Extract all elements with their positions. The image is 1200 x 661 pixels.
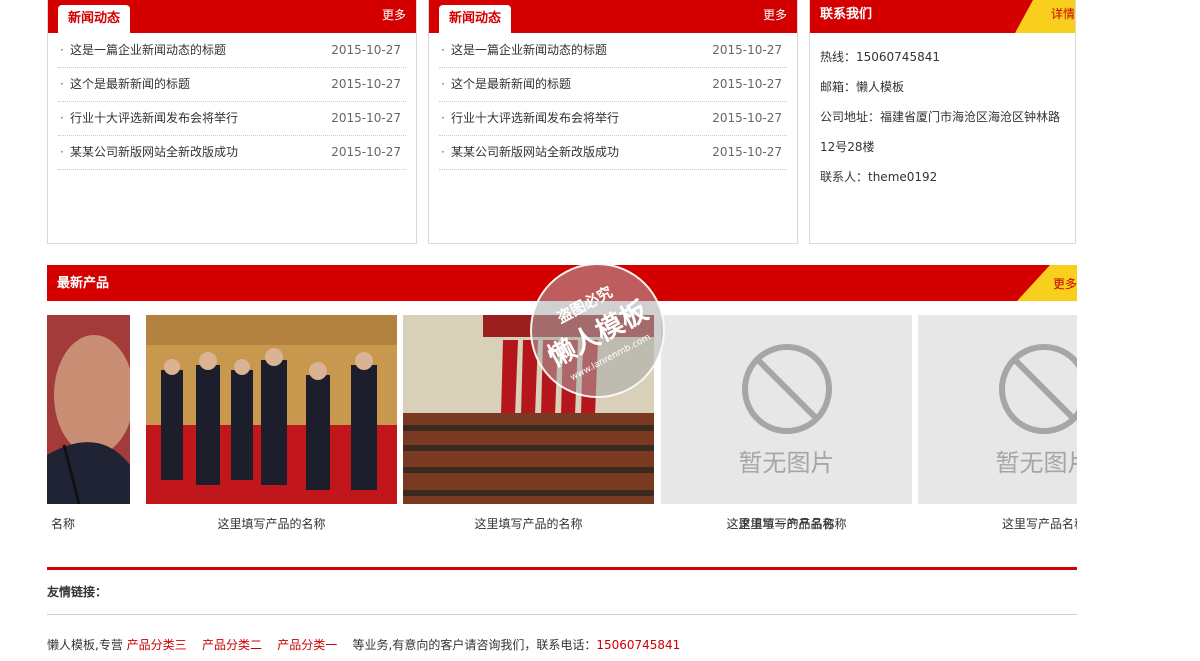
- list-item[interactable]: · 行业十大评选新闻发布会将举行 2015-10-27: [58, 102, 406, 136]
- news-box-header: 新闻动态 更多: [48, 0, 416, 33]
- products-title: 最新产品: [57, 276, 110, 291]
- product-name[interactable]: 这里写产品名称: [1002, 515, 1077, 532]
- list-item[interactable]: · 这个是最新新闻的标题 2015-10-27: [439, 68, 787, 102]
- contact-address: 公司地址：福建省厦门市海沧区海沧区钟林路: [820, 110, 1061, 124]
- list-item[interactable]: · 这是一篇企业新闻动态的标题 2015-10-27: [439, 34, 787, 68]
- news-box-1: 新闻动态 更多 · 这是一篇企业新闻动态的标题 2015-10-27 · 这个是最新新…: [47, 0, 417, 244]
- list-item[interactable]: · 某某公司新版网站全新改版成功 2015-10-27: [58, 136, 406, 170]
- footer-link-category-2[interactable]: 产品分类二: [202, 638, 262, 652]
- footer-phone: 15060745841: [596, 638, 681, 652]
- news-list: · 这是一篇企业新闻动态的标题 2015-10-27 · 这个是最新新闻的标题 2015…: [58, 34, 406, 170]
- footer-divider: [47, 567, 1077, 570]
- tab-news[interactable]: 新闻动态: [439, 5, 512, 33]
- product-image[interactable]: [146, 315, 397, 504]
- product-card[interactable]: 这里填写产品的名称: [146, 315, 397, 531]
- contact-box: 联系我们 详情 热线：15060745841 邮箱：懒人模板 公司地址：福建省厦…: [809, 0, 1076, 244]
- no-image-icon: [742, 344, 832, 434]
- product-card[interactable]: 暂无图片 这里写产品名称: [918, 315, 1077, 531]
- no-image-text: 暂无图片: [738, 449, 835, 477]
- footer-info: 懒人模板,专营 产品分类三 产品分类二 产品分类一 等业务,有意向的客户请咨询我…: [47, 636, 680, 653]
- list-item[interactable]: · 某某公司新版网站全新改版成功 2015-10-27: [439, 136, 787, 170]
- divider: [47, 614, 1077, 615]
- contact-header: 联系我们 详情: [810, 0, 1075, 33]
- footer-prefix: 懒人模板,专营: [47, 638, 123, 652]
- contact-title: 联系我们: [820, 7, 873, 22]
- product-image[interactable]: [47, 315, 130, 504]
- product-name[interactable]: 这里填写产品的名称: [403, 515, 654, 532]
- product-name[interactable]: 名称: [47, 515, 75, 532]
- footer-link-category-1[interactable]: 产品分类一: [277, 638, 337, 652]
- product-card[interactable]: 名称: [47, 315, 130, 531]
- contact-address-2: 12号28楼: [820, 140, 875, 154]
- contact-info: 热线：15060745841 邮箱：懒人模板 公司地址：福建省厦门市海沧区海沧区…: [820, 42, 1070, 192]
- product-card[interactable]: 暂无图片 这里填写产品名称: [661, 315, 912, 531]
- news-list: · 这是一篇企业新闻动态的标题 2015-10-27 · 这个是最新新闻的标题 2015…: [439, 34, 787, 170]
- contact-hotline: 热线：15060745841: [820, 50, 940, 64]
- more-link[interactable]: 更多: [763, 6, 787, 23]
- product-name[interactable]: 这里填写产品的名称: [146, 515, 397, 532]
- no-image-placeholder[interactable]: 暂无图片: [918, 315, 1077, 504]
- no-image-placeholder[interactable]: 暂无图片: [661, 315, 912, 504]
- no-image-text: 暂无图片: [995, 449, 1078, 477]
- list-item[interactable]: · 这是一篇企业新闻动态的标题 2015-10-27: [58, 34, 406, 68]
- list-item[interactable]: · 行业十大评选新闻发布会将举行 2015-10-27: [439, 102, 787, 136]
- watermark-stamp: 盗图必究 懒人模板 www.lanrenmb.com: [530, 263, 665, 398]
- no-image-icon: [999, 344, 1077, 434]
- footer-link-category-3[interactable]: 产品分类三: [127, 638, 187, 652]
- product-name[interactable]: 这里填写一的产品名称: [661, 515, 912, 532]
- contact-person: 联系人：theme0192: [820, 170, 938, 184]
- more-link[interactable]: 更多: [382, 6, 406, 23]
- news-box-2: 新闻动态 更多 · 这是一篇企业新闻动态的标题 2015-10-27 · 这个是最新新…: [428, 0, 798, 244]
- details-link[interactable]: 详情: [1051, 0, 1075, 28]
- list-item[interactable]: · 这个是最新新闻的标题 2015-10-27: [58, 68, 406, 102]
- footer-suffix: 等业务,有意向的客户请咨询我们，联系电话：: [352, 638, 597, 652]
- news-box-header: 新闻动态 更多: [429, 0, 797, 33]
- contact-email: 邮箱：懒人模板: [820, 80, 905, 94]
- more-link[interactable]: 更多: [1053, 265, 1077, 301]
- tab-news[interactable]: 新闻动态: [58, 5, 131, 33]
- friend-links-title: 友情链接：: [47, 585, 108, 599]
